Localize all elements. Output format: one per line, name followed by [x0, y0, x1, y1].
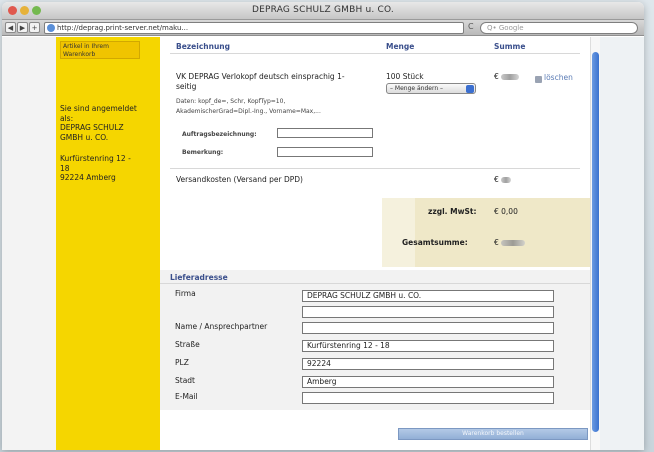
divider — [170, 53, 580, 54]
vat-label: zzgl. MwSt: — [428, 207, 477, 216]
login-line: GMBH u. CO. — [60, 132, 109, 142]
address-bar[interactable]: http://deprag.print-server.net/maku... — [44, 22, 464, 34]
email-field[interactable] — [302, 392, 554, 404]
item-qty: 100 Stück — [386, 72, 424, 81]
delete-link[interactable]: löschen — [544, 73, 573, 83]
window-title: DEPRAG SCHULZ GMBH u. CO. — [252, 5, 394, 15]
total-value-currency: € — [494, 238, 499, 247]
street-field[interactable]: Kurfürstenring 12 - 18 — [302, 340, 554, 352]
item-title-line: seitig — [176, 82, 197, 91]
address-line: 92224 Amberg — [60, 173, 116, 182]
scrollbar-thumb[interactable] — [592, 52, 599, 432]
login-info: Sie sind angemeldet als: DEPRAG SCHULZ G… — [60, 104, 155, 142]
total-label: Gesamtsumme: — [402, 238, 468, 247]
divider — [170, 168, 580, 169]
item-title-line: VK DEPRAG Verlokopf deutsch einsprachig … — [176, 72, 345, 81]
address-heading: Lieferadresse — [170, 273, 228, 282]
scrollbar[interactable] — [590, 37, 600, 450]
shipping-price: € — [494, 175, 512, 185]
sidebar: Artikel in Ihrem Warenkorb Sie sind ange… — [56, 37, 160, 450]
shipping-price-currency: € — [494, 175, 499, 184]
total-value: € — [494, 238, 526, 248]
delivery-address: Lieferadresse Firma DEPRAG SCHULZ GMBH u… — [160, 270, 590, 410]
shipping-label: Versandkosten (Versand per DPD) — [176, 175, 303, 184]
site-icon — [47, 24, 55, 32]
back-button[interactable]: ◀ — [5, 22, 16, 33]
trash-icon[interactable] — [535, 76, 542, 83]
item-price: € — [494, 72, 520, 82]
login-line: Sie sind angemeldet — [60, 104, 137, 113]
street-label: Straße — [175, 340, 200, 349]
login-line: DEPRAG SCHULZ — [60, 123, 124, 132]
browser-toolbar: ◀ ▶ + http://deprag.print-server.net/mak… — [2, 20, 644, 36]
page-margin — [600, 37, 644, 450]
city-label: Stadt — [175, 376, 195, 385]
cart-link[interactable]: Artikel in Ihrem Warenkorb — [60, 41, 140, 59]
browser-window: DEPRAG SCHULZ GMBH u. CO. ◀ ▶ + http://d… — [2, 2, 644, 450]
header-name: Bezeichnung — [176, 42, 230, 51]
note-input[interactable] — [277, 147, 373, 157]
address-line: Kurfürstenring 12 - — [60, 154, 131, 163]
note-label: Bemerkung: — [182, 149, 224, 156]
item-data: Daten: kopf_de=, Schr, KopfTyp=10, Akade… — [176, 97, 321, 117]
order-submit-button[interactable]: Warenkorb bestellen — [398, 428, 588, 440]
price-blur-icon — [501, 177, 512, 183]
vat-value: € 0,00 — [494, 207, 518, 216]
order-input[interactable] — [277, 128, 373, 138]
price-blur-icon — [501, 74, 520, 80]
email-label: E-Mail — [175, 392, 198, 401]
firma-field[interactable]: DEPRAG SCHULZ GMBH u. CO. — [302, 290, 554, 302]
divider — [160, 283, 590, 284]
header-qty: Menge — [386, 42, 415, 51]
order-label: Auftragsbezeichnung: — [182, 131, 257, 138]
header-sum: Summe — [494, 42, 526, 51]
address-line: 18 — [60, 163, 70, 173]
item-data-line: AkademischerGrad=Dipl.-Ing., Vorname=Max… — [176, 108, 321, 115]
page-content: Artikel in Ihrem Warenkorb Sie sind ange… — [2, 37, 644, 450]
contact-field[interactable] — [302, 322, 554, 334]
firma-label: Firma — [175, 289, 196, 298]
forward-button[interactable]: ▶ — [17, 22, 28, 33]
login-line: als: — [60, 113, 74, 123]
zip-field[interactable]: 92224 — [302, 358, 554, 370]
qty-select-value: – Menge ändern – — [390, 85, 444, 92]
select-arrow-icon — [466, 85, 474, 93]
zip-label: PLZ — [175, 358, 189, 367]
search-field[interactable]: Q• Google — [480, 22, 638, 34]
cart-panel: Bezeichnung Menge Summe VK DEPRAG Verlok… — [160, 37, 590, 450]
reload-icon[interactable]: C — [468, 22, 474, 31]
item-price-currency: € — [494, 72, 499, 81]
city-field[interactable]: Amberg — [302, 376, 554, 388]
contact-label: Name / Ansprechpartner — [175, 322, 268, 331]
add-bookmark-button[interactable]: + — [29, 22, 40, 33]
title-bar: DEPRAG SCHULZ GMBH u. CO. — [2, 2, 644, 20]
item-data-line: Daten: kopf_de=, Schr, KopfTyp=10, — [176, 98, 286, 105]
firma-extra-field[interactable] — [302, 306, 554, 318]
item-title: VK DEPRAG Verlokopf deutsch einsprachig … — [176, 72, 345, 92]
sidebar-address: Kurfürstenring 12 - 18 92224 Amberg — [60, 154, 155, 183]
price-blur-icon — [501, 240, 526, 246]
url-text: http://deprag.print-server.net/maku... — [57, 24, 189, 32]
qty-select[interactable]: – Menge ändern – — [386, 83, 476, 94]
